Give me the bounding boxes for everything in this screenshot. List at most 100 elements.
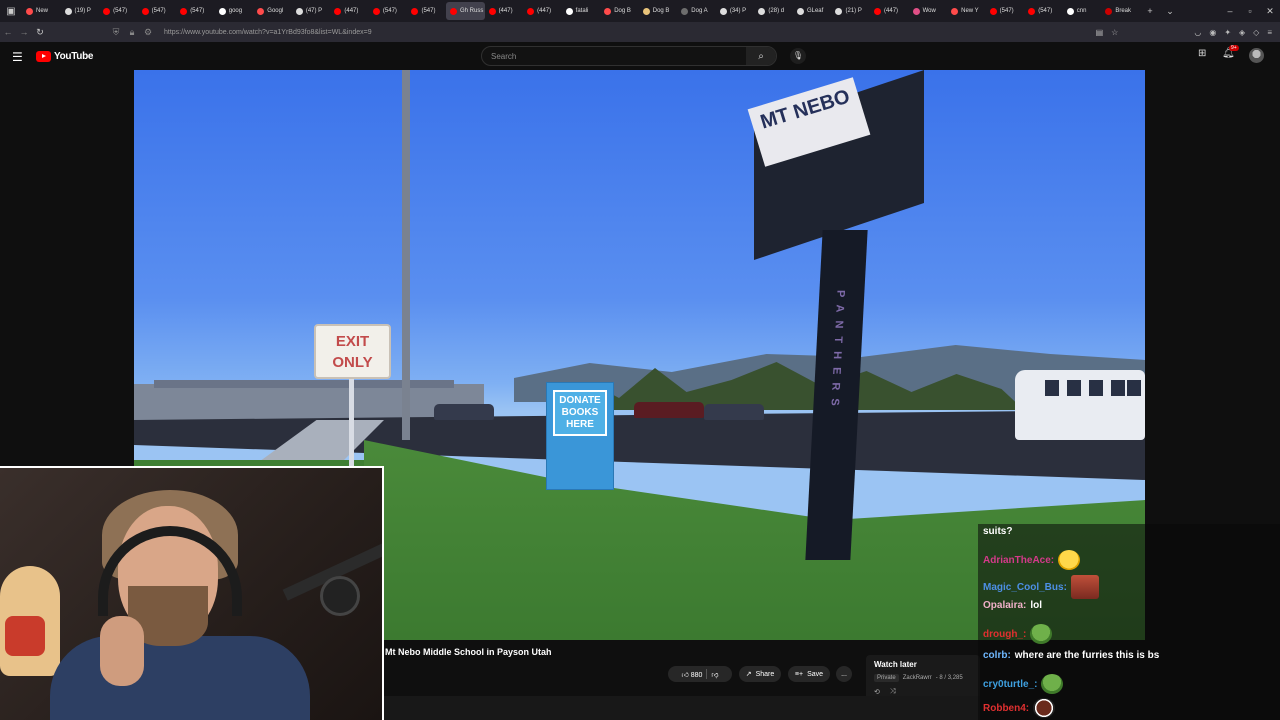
youtube-play-icon [36, 51, 51, 62]
chat-username[interactable]: drough_: [983, 629, 1026, 640]
shuffle-icon[interactable]: ⤨ [890, 688, 896, 696]
close-window-icon[interactable]: ✕ [1260, 6, 1280, 17]
avatar[interactable] [1249, 48, 1264, 63]
browser-tab[interactable]: (447) [523, 2, 562, 20]
tab-label: (547) [113, 8, 128, 14]
more-actions-button[interactable]: ... [836, 666, 852, 682]
search-box[interactable]: Search ⌕ [481, 46, 777, 66]
share-button[interactable]: ↗ Share [739, 666, 781, 682]
browser-tab[interactable]: cnn [1063, 2, 1102, 20]
save-button[interactable]: ≡+ Save [788, 666, 830, 682]
tab-list-chevron-icon[interactable]: ⌄ [1160, 6, 1180, 17]
playlist-owner[interactable]: ZackRawrr [903, 675, 932, 681]
browser-tab[interactable]: Dog B [600, 2, 639, 20]
like-count: 880 [690, 671, 703, 679]
youtube-logo[interactable]: YouTube [36, 51, 94, 62]
hamburger-menu-icon[interactable]: ☰ [12, 50, 23, 64]
chat-username[interactable]: Robben4: [983, 703, 1029, 714]
browser-tab[interactable]: goog [215, 2, 254, 20]
like-button[interactable]: 👍︎ 880 [681, 670, 702, 679]
tab-favicon-icon [103, 7, 111, 15]
next-item-strip [384, 696, 980, 720]
tab-favicon-icon [912, 7, 920, 15]
reload-icon[interactable]: ↻ [32, 27, 48, 38]
browser-tab[interactable]: Dog A [677, 2, 716, 20]
chat-username[interactable]: Magic_Cool_Bus: [983, 582, 1067, 593]
app-menu-icon[interactable]: ≡ [1267, 28, 1272, 37]
extensions-icon[interactable]: ✦ [1224, 28, 1231, 37]
tab-favicon-icon [874, 7, 882, 15]
tab-favicon-icon [64, 7, 72, 15]
create-video-icon[interactable]: ⊞ [1198, 48, 1206, 59]
chat-emote-dark-icon [1033, 698, 1056, 718]
loop-icon[interactable]: ⟲ [874, 688, 880, 696]
chat-username[interactable]: AdrianTheAce: [983, 555, 1054, 566]
search-input[interactable]: Search [482, 52, 746, 61]
browser-tab[interactable]: (547) [1024, 2, 1063, 20]
chat-emote-face-icon [1070, 575, 1099, 599]
browser-tab[interactable]: Googl [253, 2, 292, 20]
browser-tab[interactable]: (28) d [754, 2, 793, 20]
browser-tab[interactable]: (19) P [61, 2, 100, 20]
tab-favicon-icon [565, 7, 573, 15]
tab-favicon-icon [796, 7, 804, 15]
voice-search-icon[interactable]: 🎙︎ [790, 48, 806, 64]
tab-overview-icon[interactable]: ▣ [0, 0, 22, 22]
tab-favicon-icon [411, 7, 419, 15]
permissions-icon[interactable]: ⚙ [140, 27, 156, 38]
tab-favicon-icon [295, 7, 303, 15]
playlist-title[interactable]: Watch later [874, 660, 917, 669]
share-label: Share [755, 670, 775, 678]
chat-message: Opalaira: lol [983, 600, 1042, 611]
chat-username[interactable]: cry0turtle_: [983, 679, 1037, 690]
browser-tab[interactable]: Break [1101, 2, 1140, 20]
tab-label: Gh Russ [460, 8, 484, 14]
dislike-button[interactable]: 👎︎ [711, 670, 718, 679]
browser-tab[interactable]: (447) [330, 2, 369, 20]
chat-username[interactable]: Opalaira: [983, 600, 1026, 611]
browser-tab[interactable]: (47) P [292, 2, 331, 20]
browser-tab[interactable]: (547) [407, 2, 446, 20]
tab-label: Wow [922, 8, 936, 14]
browser-tab[interactable]: (547) [99, 2, 138, 20]
chat-message: AdrianTheAce: [983, 550, 1081, 570]
minimize-icon[interactable]: – [1220, 6, 1240, 16]
back-icon[interactable]: ← [0, 27, 16, 37]
browser-tab[interactable]: New Y [947, 2, 986, 20]
browser-tab[interactable]: Dog B [639, 2, 678, 20]
bookmark-star-icon[interactable]: ☆ [1111, 28, 1118, 37]
save-icon: ≡+ [794, 670, 804, 678]
restore-icon[interactable]: ▫ [1240, 6, 1260, 16]
tab-favicon-icon [26, 7, 33, 15]
account-icon[interactable]: ◉ [1209, 28, 1216, 37]
reader-view-icon[interactable]: ▤ [1096, 28, 1104, 37]
chat-username[interactable]: colrb: [983, 650, 1011, 661]
extension-icon[interactable]: ◈ [1239, 28, 1245, 37]
playlist-controls: ⟲ ⤨ [874, 688, 895, 696]
browser-tab[interactable]: Gh Russ✕ [446, 2, 485, 20]
url-field[interactable]: https://www.youtube.com/watch?v=a1YrBd93… [164, 29, 1096, 36]
extension-icon-2[interactable]: ◇ [1253, 28, 1259, 37]
browser-tab[interactable]: (447) [485, 2, 524, 20]
pocket-icon[interactable]: ◡ [1194, 28, 1201, 37]
browser-tab[interactable]: GLeaf [793, 2, 832, 20]
browser-tab[interactable]: (447) [870, 2, 909, 20]
browser-tab[interactable]: Wow [909, 2, 948, 20]
divider [706, 669, 708, 679]
share-icon: ↗ [745, 671, 752, 678]
tab-label: GLeaf [806, 8, 824, 14]
browser-tab[interactable]: (34) P [716, 2, 755, 20]
browser-tab[interactable]: New [22, 2, 61, 20]
tab-favicon-icon [450, 7, 458, 15]
search-icon[interactable]: ⌕ [746, 47, 776, 65]
browser-tab[interactable]: fatali [562, 2, 601, 20]
lock-icon[interactable]: 🔒︎ [124, 27, 140, 38]
browser-tab[interactable]: (547) [138, 2, 177, 20]
forward-icon[interactable]: → [16, 27, 32, 37]
browser-tab[interactable]: (547) [369, 2, 408, 20]
browser-tab[interactable]: (21) P [831, 2, 870, 20]
browser-tab[interactable]: (547) [176, 2, 215, 20]
browser-tab[interactable]: (547) [986, 2, 1025, 20]
new-tab-icon[interactable]: + [1140, 6, 1160, 16]
shield-icon[interactable]: ⛨ [108, 27, 124, 38]
